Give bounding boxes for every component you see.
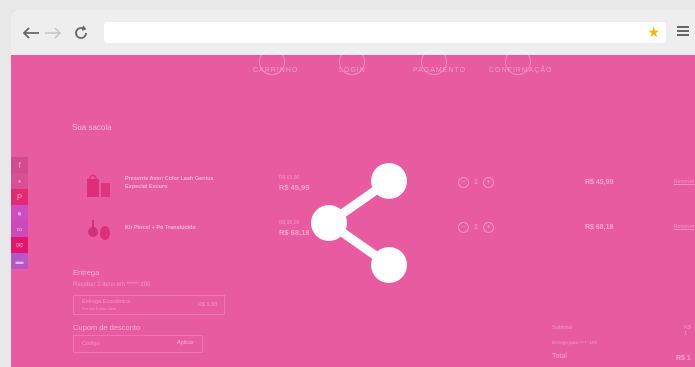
browser-window: ★ CARRINHO LOGIN PAGAMENTO CONFIRMAÇÃO S…: [11, 10, 695, 367]
share-icon[interactable]: [307, 161, 411, 283]
product-old-price: R$ 63,90: [279, 175, 300, 181]
subtotal-label: Subtotal: [552, 325, 573, 331]
checkout-page: CARRINHO LOGIN PAGAMENTO CONFIRMAÇÃO Sua…: [11, 49, 695, 367]
product-image: [85, 218, 115, 244]
step-login: LOGIN: [339, 67, 366, 74]
product-image: [85, 173, 115, 199]
remove-item-link[interactable]: Remover: [674, 224, 694, 230]
sms-icon[interactable]: ▬: [11, 253, 28, 269]
quantity-value: 1: [474, 179, 478, 186]
delivery-option-name: Entrega Econômica: [82, 299, 130, 305]
quantity-value: 1: [474, 224, 478, 231]
increase-quantity-button[interactable]: +: [482, 177, 494, 188]
shipping-label: Entrega para *****-180: [552, 340, 598, 345]
step-cart: CARRINHO: [253, 67, 299, 74]
star-icon[interactable]: ★: [647, 24, 660, 41]
forward-arrow-icon[interactable]: [43, 23, 63, 43]
delivery-option-price: R$ 9,88: [198, 302, 218, 308]
remove-item-link[interactable]: Remover: [674, 179, 694, 185]
hamburger-menu-icon[interactable]: [677, 26, 689, 38]
total-value: R$ 1: [676, 355, 691, 362]
decrease-quantity-button[interactable]: −: [458, 222, 469, 233]
apply-coupon-button[interactable]: Aplicar: [177, 340, 194, 346]
product-price: R$ 45,99: [279, 183, 310, 192]
decrease-quantity-button[interactable]: −: [458, 177, 469, 188]
total-label: Total: [552, 353, 567, 360]
reload-icon[interactable]: [71, 23, 91, 43]
step-confirmation: CONFIRMAÇÃO: [489, 67, 553, 74]
bag-title: Sua sacola: [72, 123, 112, 132]
delivery-receive-text: Receber 2 itens em *****-180: [73, 282, 151, 288]
product-old-price: R$ 99,90: [279, 220, 300, 226]
product-name[interactable]: Kit Pincel + Pó Translúcido: [125, 224, 215, 232]
product-name[interactable]: Presente Avon Color Lash Genius Especial…: [125, 175, 215, 191]
coupon-placeholder: Código: [82, 341, 100, 347]
quantity-stepper: − 1 +: [458, 222, 494, 233]
coupon-title: Cupom de desconto: [73, 323, 141, 332]
subtotal-value: R$ 1: [684, 325, 692, 337]
product-total: R$ 45,99: [585, 179, 614, 186]
back-arrow-icon[interactable]: [21, 23, 41, 43]
step-payment: PAGAMENTO: [413, 67, 467, 74]
quantity-stepper: − 1 +: [458, 177, 494, 188]
product-price: R$ 68,18: [279, 228, 310, 237]
address-bar[interactable]: ★: [104, 22, 666, 43]
delivery-option-detail: Em até 8 dias úteis: [82, 306, 117, 311]
delivery-title: Entrega: [73, 268, 100, 277]
increase-quantity-button[interactable]: +: [482, 222, 494, 233]
product-total: R$ 68,18: [585, 224, 614, 231]
delivery-option[interactable]: Entrega Econômica Em até 8 dias úteis R$…: [73, 295, 225, 315]
coupon-input[interactable]: Código Aplicar: [73, 335, 203, 353]
